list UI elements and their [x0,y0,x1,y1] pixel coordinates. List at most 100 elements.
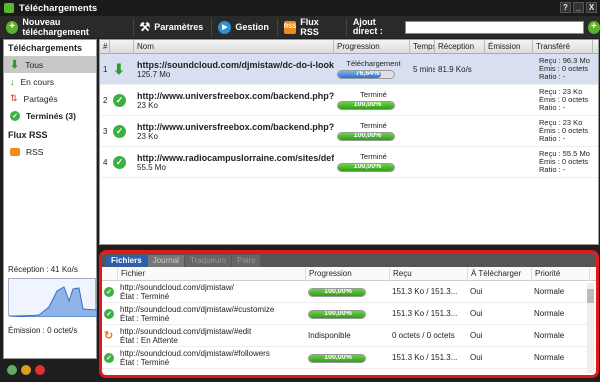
file-priority[interactable]: Normale [532,287,590,296]
table-row[interactable]: 2 ✓ http://www.universfreebox.com/backen… [100,85,598,116]
file-url: http://www.universfreebox.com/backend.ph… [137,90,334,101]
progress-bar: 100,00% [337,101,395,110]
rss-icon: RSS [283,20,297,34]
rss-button[interactable]: RSS Flux RSS [283,17,347,37]
tab-log[interactable]: Journal [147,255,184,267]
col-header-priority[interactable]: Priorité [532,266,590,281]
col-header-status[interactable] [110,40,134,54]
col-header-to-download[interactable]: À Télécharger [468,266,532,281]
row-num: 4 [103,157,108,167]
files-body: ✓ http://soundcloud.com/djmistaw/État : … [102,281,596,369]
file-progress: 100,00% [306,352,390,363]
add-direct-input[interactable] [404,20,584,34]
scrollbar-thumb[interactable] [587,289,594,303]
file-row[interactable]: ↻ http://soundcloud.com/djmistaw/#edit Ét… [102,325,596,347]
progress-bar: 100,00% [308,310,366,319]
file-row[interactable]: ✓ http://soundcloud.com/djmistaw/#custom… [102,303,596,325]
row-name: http://www.universfreebox.com/backend.ph… [134,91,334,110]
sidebar-item-shared[interactable]: ⇅ Partagés [4,90,96,107]
rss-header: Flux RSS [8,130,48,140]
tab-trackers[interactable]: Traqueurs [184,255,232,267]
progress-label: 100,00% [324,288,352,295]
row-num: 2 [103,95,108,105]
progress-bar: 100,00% [308,354,366,363]
received-text: Reçu : 23 Ko [539,119,583,127]
file-to-download[interactable]: Oui [468,353,532,362]
row-status: ✓ [110,93,134,107]
new-download-button[interactable]: + Nouveau téléchargement [6,17,134,37]
toolbar: + Nouveau téléchargement ⚒ Paramètres ▶ … [0,16,600,38]
bandwidth-area [8,286,98,318]
sidebar-item-all[interactable]: ⬇ Tous [4,56,96,73]
sidebar-item-rss[interactable]: RSS [4,143,96,160]
col-header-emission[interactable]: Émission [485,40,533,54]
col-header-transferred[interactable]: Transféré [533,40,593,54]
sent-text: Émis : 0 octets [539,158,589,166]
tab-peers[interactable]: Pairs [232,255,261,267]
add-direct-button[interactable]: + [587,20,600,34]
ratio-text: Ratio : - [539,166,566,174]
row-progress: Terminé 100,00% [334,152,410,172]
file-cell: http://soundcloud.com/djmistaw/#customiz… [118,305,306,323]
download-arrow-icon: ⬇ [113,60,125,77]
bandwidth-graph [8,278,98,318]
file-cell: http://soundcloud.com/djmistaw/#edit État… [118,327,306,345]
sidebar-item-in-progress[interactable]: ↓ En cours [4,73,96,90]
sidebar-item-label: Tous [25,59,44,70]
speed-icon [21,364,31,375]
sidebar-item-label: En cours [20,76,55,87]
file-url: http://www.radiocampuslorraine.com/sites… [137,152,334,163]
check-icon: ✓ [10,110,20,121]
sidebar: Téléchargements ⬇ Tous ↓ En cours ⇅ Part… [3,39,98,359]
tab-files[interactable]: Fichiers [106,255,147,267]
network-icon [7,364,17,375]
col-header-time[interactable]: Temps [410,40,435,54]
file-priority[interactable]: Normale [532,331,590,340]
file-to-download[interactable]: Oui [468,309,532,318]
progress-label: 100,00% [353,163,382,170]
row-name: https://soundcloud.com/djmistaw/dc-do-i-… [134,60,334,79]
col-header-reception[interactable]: Réception [435,40,485,54]
table-row[interactable]: 3 ✓ http://www.universfreebox.com/backen… [100,116,598,147]
file-priority[interactable]: Normale [532,353,590,362]
file-size: 23 Ko [137,131,158,141]
file-size: 55.5 Mo [137,162,166,172]
status-text: Téléchargement [346,59,401,68]
row-time: 5 mins [413,64,435,74]
col-header-file-progress[interactable]: Progression [306,266,390,281]
col-header-received[interactable]: Reçu [390,266,468,281]
col-header-progress[interactable]: Progression [334,40,410,54]
title-bar: Téléchargements ? _ X [0,0,600,16]
record-icon[interactable] [35,364,45,375]
file-row[interactable]: ✓ http://soundcloud.com/djmistaw/#follow… [102,347,596,369]
file-to-download[interactable]: Oui [468,331,532,340]
check-icon: ✓ [104,286,114,297]
file-row[interactable]: ✓ http://soundcloud.com/djmistaw/État : … [102,281,596,303]
col-header-name[interactable]: Nom [134,40,334,54]
row-name: http://www.radiocampuslorraine.com/sites… [134,153,334,172]
manage-button[interactable]: ▶ Gestion [218,18,278,36]
help-button[interactable]: ? [560,2,571,13]
file-to-download[interactable]: Oui [468,287,532,296]
file-cell: http://soundcloud.com/djmistaw/#follower… [118,349,306,367]
new-download-label: Nouveau téléchargement [22,17,89,37]
settings-button[interactable]: ⚒ Paramètres [140,18,213,36]
file-priority[interactable]: Normale [532,309,590,318]
files-scrollbar[interactable] [587,283,594,373]
close-button[interactable]: X [586,2,597,13]
col-header-num[interactable]: # [100,40,110,54]
progress-label: 100,00% [324,310,352,317]
col-header-file[interactable]: Fichier [118,266,306,281]
status-icons [3,361,97,378]
check-icon: ✓ [104,352,114,363]
file-received: 151.3 Ko / 151.3... [392,353,458,362]
file-url: http://soundcloud.com/djmistaw/#customiz… [120,304,275,314]
minimize-button[interactable]: _ [573,2,584,13]
table-row[interactable]: 4 ✓ http://www.radiocampuslorraine.com/s… [100,147,598,178]
row-transferred: Reçu : 96.3 Mo Émis : 0 octets Ratio : - [533,57,593,81]
table-row[interactable]: 1 ⬇ https://soundcloud.com/djmistaw/dc-d… [100,54,598,85]
rss-icon [10,147,20,156]
progress-bar: 76,64% [337,70,395,79]
file-cell: http://soundcloud.com/djmistaw/État : Te… [118,283,306,301]
sidebar-item-finished[interactable]: ✓ Terminés (3) [4,107,96,124]
